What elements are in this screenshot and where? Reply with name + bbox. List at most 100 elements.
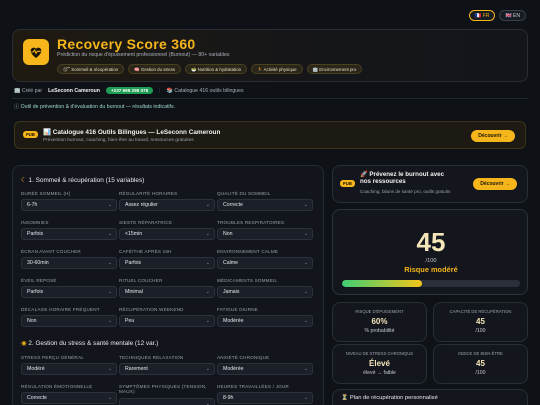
chevron-down-icon: ⌄ [303, 289, 308, 296]
promo-subtitle: Prévention burnout, coaching, bien-être … [43, 138, 194, 143]
ad-badge: PUB [340, 180, 355, 187]
select-nap[interactable]: <15min ⌄ [119, 228, 215, 241]
side-promo-title: 🚀 Prévenez le burnout avec nos ressource… [360, 171, 445, 186]
field-environment: Environnement calme Calme ⌄ [217, 249, 313, 270]
select-environment[interactable]: Calme ⌄ [217, 257, 313, 270]
side-promo-discover-button[interactable]: Découvrir → [473, 178, 517, 190]
chevron-down-icon: ⌄ [205, 400, 210, 405]
section-sleep-title: ☾ 1. Sommeil & récupération (15 variable… [21, 177, 145, 184]
field-daytime-fatigue: Fatigue diurne Modérée ⌄ [217, 307, 313, 328]
field-rested-wake: Éveil reposé Parfois ⌄ [21, 278, 117, 299]
select-insomnia[interactable]: Parfois ⌄ [21, 228, 117, 241]
select-relaxation[interactable]: Rarement ⌄ [119, 363, 215, 376]
select-physical-symptoms[interactable]: ⌄ [119, 397, 215, 405]
stat-wellbeing-index: Indice de bien-être 45 /100 [433, 344, 528, 384]
moon-icon: ☾ [21, 177, 27, 184]
field-nap: Sieste réparatrice <15min ⌄ [119, 220, 215, 241]
catalog-link[interactable]: 📚 Catalogue 416 outils bilingues [167, 88, 244, 94]
select-bedtime-ritual[interactable]: Minimal ⌄ [119, 286, 215, 299]
chevron-down-icon: ⌄ [107, 260, 112, 267]
select-sleep-quality[interactable]: Correcte ⌄ [217, 199, 313, 212]
lang-en-button[interactable]: 🇬🇧 EN [499, 10, 526, 21]
select-work-hours[interactable]: 8-9h ⌄ [217, 392, 313, 405]
select-jet-lag[interactable]: Non ⌄ [21, 315, 117, 328]
score-progress-fill [342, 280, 423, 287]
field-bedtime-ritual: Rituel coucher Minimal ⌄ [119, 278, 215, 299]
chevron-down-icon: ⌄ [107, 366, 112, 373]
risk-level: Risque modéré [404, 265, 458, 274]
chevron-down-icon: ⌄ [303, 318, 308, 325]
promo-discover-button[interactable]: Découvrir → [471, 130, 515, 142]
chevron-down-icon: ⌄ [303, 231, 308, 238]
field-schedule-regularity: Régularité horaires Assez régulier ⌄ [119, 191, 215, 212]
select-chronic-anxiety[interactable]: Modérée ⌄ [217, 363, 313, 376]
field-caffeine: Café/thé après 16h Parfois ⌄ [119, 249, 215, 270]
chevron-down-icon: ⌄ [303, 395, 308, 402]
brain-icon: ◉ [21, 340, 27, 347]
field-insomnia: Insomnies Parfois ⌄ [21, 220, 117, 241]
brand-link[interactable]: LeSeconn Cameroun [48, 88, 100, 94]
chevron-down-icon: ⌄ [303, 260, 308, 267]
chevron-down-icon: ⌄ [107, 202, 112, 209]
side-promo: PUB 🚀 Prévenez le burnout avec nos resso… [332, 165, 528, 203]
promo-banner: PUB 📊 Catalogue 416 Outils Bilingues — L… [14, 121, 526, 149]
select-weekend-recovery[interactable]: Peu ⌄ [119, 315, 215, 328]
language-switch: 🇫🇷 FR 🇬🇧 EN [469, 10, 526, 21]
field-sleep-quality: Qualité du sommeil Correcte ⌄ [217, 191, 313, 212]
field-weekend-recovery: Récupération weekend Peu ⌄ [119, 307, 215, 328]
promo-title: 📊 Catalogue 416 Outils Bilingues — LeSec… [43, 129, 221, 136]
field-chronic-anxiety: Anxiété chronique Modérée ⌄ [217, 355, 313, 376]
chip-environment[interactable]: 🏢 Environnement pro [306, 64, 363, 74]
chevron-down-icon: ⌄ [303, 366, 308, 373]
stat-burnout-risk: Risque d'épuisement 60% % probabilité [332, 302, 427, 342]
section-stress-title: ◉ 2. Gestion du stress & santé mentale (… [21, 340, 159, 347]
recovery-plan-title: ⏳ Plan de récupération personnalisé [341, 395, 438, 401]
field-relaxation: Techniques relaxation Rarement ⌄ [119, 355, 215, 376]
lang-fr-button[interactable]: 🇫🇷 FR [469, 10, 496, 21]
field-perceived-stress: Stress perçu général Modéré ⌄ [21, 355, 117, 376]
field-sleep-medication: Médicaments sommeil Jamais ⌄ [217, 278, 313, 299]
app-header: Recovery Score 360 Prédiction du risque … [12, 29, 528, 82]
divider [12, 98, 528, 99]
select-schedule-regularity[interactable]: Assez régulier ⌄ [119, 199, 215, 212]
chip-sleep[interactable]: 😴 Sommeil & récupération [57, 64, 125, 74]
chip-stress[interactable]: 🧠 Gestion du stress [128, 64, 181, 74]
chevron-down-icon: ⌄ [205, 318, 210, 325]
chevron-down-icon: ⌄ [205, 202, 210, 209]
whatsapp-button[interactable]: +237 699 298 078 [105, 87, 154, 94]
score-max: /100 [425, 258, 437, 264]
field-work-hours: Heures travaillées / jour 8-9h ⌄ [217, 384, 313, 405]
separator: | [159, 87, 161, 94]
select-screen-time[interactable]: 30-60min ⌄ [21, 257, 117, 270]
chevron-down-icon: ⌄ [107, 318, 112, 325]
chevron-down-icon: ⌄ [107, 231, 112, 238]
select-daytime-fatigue[interactable]: Modérée ⌄ [217, 315, 313, 328]
select-emotion-regulation[interactable]: Correcte ⌄ [21, 392, 117, 405]
created-by-label: 🏢 Créé par [14, 87, 43, 94]
stat-recovery-capacity: Capacité de récupération 45 /100 [433, 302, 528, 342]
questionnaire-panel: ☾ 1. Sommeil & récupération (15 variable… [12, 165, 324, 405]
side-promo-subtitle: Coaching, bilans de santé pro, outils gr… [360, 189, 451, 194]
field-emotion-regulation: Régulation émotionnelle Correcte ⌄ [21, 384, 117, 405]
field-physical-symptoms: Symptômes physiques (tension, maux) ⌄ [119, 384, 215, 405]
select-breathing[interactable]: Non ⌄ [217, 228, 313, 241]
score-value: 45 [416, 227, 446, 257]
app-title: Recovery Score 360 [57, 36, 196, 52]
app-subtitle: Prédiction du risque d'épuisement profes… [57, 52, 230, 58]
chip-activity[interactable]: 🏃 Activité physique [251, 64, 303, 74]
select-perceived-stress[interactable]: Modéré ⌄ [21, 363, 117, 376]
info-notice: ⓘ Outil de prévention & d'évaluation du … [14, 104, 176, 110]
chip-nutrition[interactable]: 🥗 Nutrition & hydratation [184, 64, 248, 74]
field-screen-time: Écran avant coucher 30-60min ⌄ [21, 249, 117, 270]
score-card: 45 /100 Risque modéré [332, 209, 528, 295]
stat-chronic-stress: Niveau de stress chronique Élevé élevé →… [332, 344, 427, 384]
category-chips: 😴 Sommeil & récupération 🧠 Gestion du st… [57, 64, 363, 74]
select-rested-wake[interactable]: Parfois ⌄ [21, 286, 117, 299]
chevron-down-icon: ⌄ [107, 289, 112, 296]
recovery-plan-card: ⏳ Plan de récupération personnalisé [332, 389, 528, 405]
select-sleep-medication[interactable]: Jamais ⌄ [217, 286, 313, 299]
select-caffeine[interactable]: Parfois ⌄ [119, 257, 215, 270]
select-sleep-duration[interactable]: 6-7h ⌄ [21, 199, 117, 212]
field-jet-lag: Décalage horaire fréquent Non ⌄ [21, 307, 117, 328]
field-breathing: Troubles respiratoires Non ⌄ [217, 220, 313, 241]
